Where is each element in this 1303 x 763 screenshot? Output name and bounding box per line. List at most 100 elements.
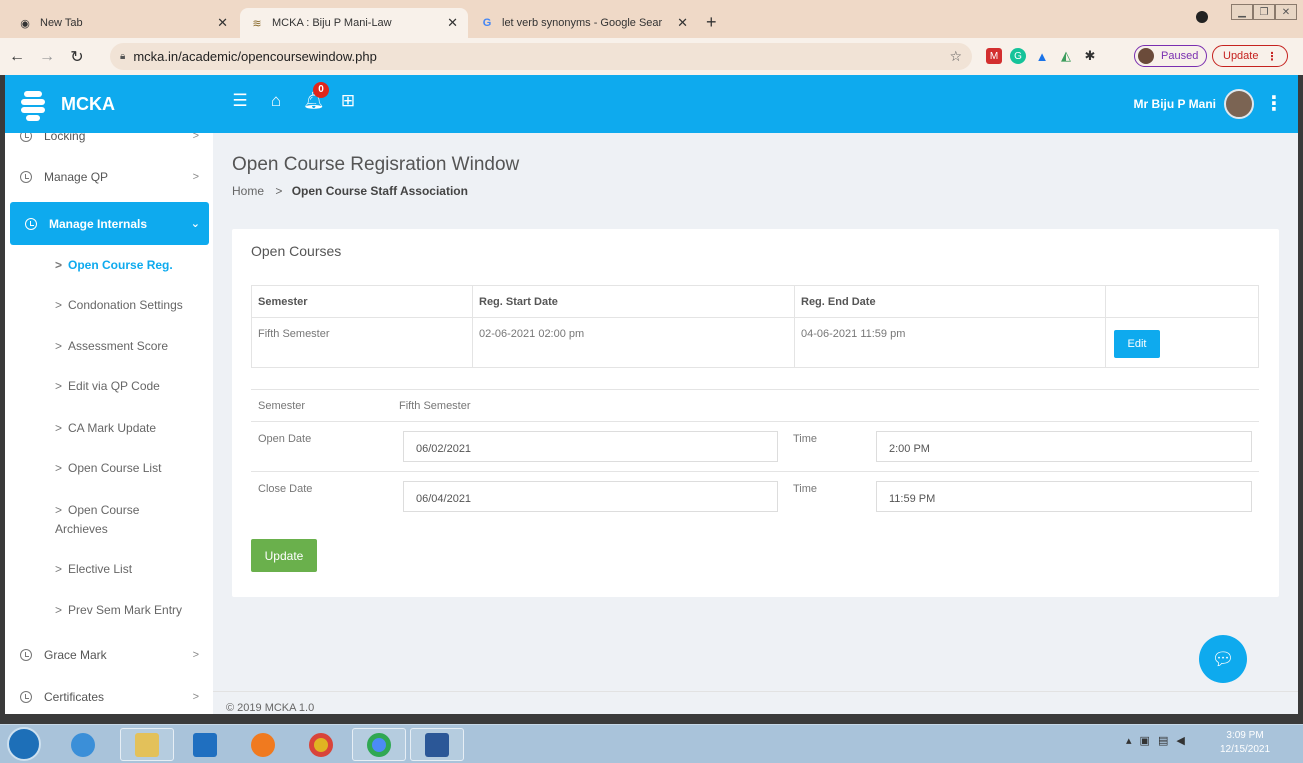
lock-icon: 🔒︎ <box>120 51 126 62</box>
breadcrumb-current: Open Course Staff Association <box>291 184 468 198</box>
chrome-icon: ◉ <box>20 17 30 30</box>
extension-drive-icon[interactable]: ◭ <box>1058 48 1074 64</box>
sidebar-sub-open-course-reg[interactable]: > Open Course Reg. <box>5 256 213 275</box>
file-explorer-icon[interactable] <box>120 728 174 761</box>
extensions-puzzle-icon[interactable]: ✱ <box>1082 48 1098 64</box>
word-icon[interactable] <box>410 728 464 761</box>
recording-icon[interactable] <box>1196 11 1208 23</box>
chrome-profile-taskbar-icon[interactable] <box>352 728 406 761</box>
chevron-right-icon: > <box>55 298 63 312</box>
close-time-field[interactable]: 11:59 PM <box>876 481 1252 512</box>
open-time-field[interactable]: 2:00 PM <box>876 431 1252 462</box>
address-bar[interactable]: 🔒︎ mcka.in/academic/opencoursewindow.php… <box>110 43 972 70</box>
sidebar-item-manage-qp[interactable]: Manage QP > <box>5 170 213 184</box>
clock-icon <box>20 649 32 661</box>
sidebar-item-locking[interactable]: Locking > <box>5 133 213 146</box>
tab-title: New Tab <box>40 17 83 29</box>
brand[interactable]: MCKA <box>19 87 115 121</box>
new-tab-button[interactable]: + <box>706 12 717 33</box>
clock-icon <box>20 133 32 142</box>
sidebar-item-label: Locking <box>44 133 86 143</box>
apps-grid-icon[interactable]: ⊞ <box>339 91 357 111</box>
tab-mcka[interactable]: ≋ MCKA : Biju P Mani-Law ✕ <box>240 8 468 38</box>
start-button-icon[interactable] <box>7 727 41 761</box>
clock-icon <box>20 171 32 183</box>
reload-icon[interactable]: ↻ <box>64 47 90 67</box>
profile-paused-button[interactable]: Paused <box>1134 45 1208 67</box>
chevron-right-icon: > <box>55 421 63 435</box>
firefox-icon[interactable] <box>236 728 290 761</box>
column-header: Semester <box>251 285 473 318</box>
footer-copyright: © 2019 MCKA 1.0 <box>213 691 1298 714</box>
close-time-label: Time <box>793 483 818 495</box>
breadcrumb: Home > Open Course Staff Association <box>232 184 468 198</box>
sidebar-sub-prev-sem-mark-entry[interactable]: > Prev Sem Mark Entry <box>5 601 213 620</box>
menu-list-icon[interactable]: ☰ <box>231 91 249 111</box>
sidebar-item-grace-mark[interactable]: Grace Mark > <box>5 645 213 665</box>
internet-explorer-icon[interactable] <box>56 728 110 761</box>
close-date-label: Close Date <box>258 483 313 495</box>
brand-name: MCKA <box>61 93 115 114</box>
chat-bubble-icon[interactable]: 💬︎ <box>1199 635 1247 683</box>
bookmark-star-icon[interactable]: ☆ <box>949 48 962 65</box>
close-icon[interactable]: ✕ <box>447 15 458 31</box>
forward-icon[interactable]: → <box>34 48 60 66</box>
network-icon[interactable]: ▣ <box>1140 734 1150 747</box>
sidebar-sub-label: Open Course Reg. <box>68 258 173 272</box>
grammarly-icon[interactable]: G <box>1010 48 1026 64</box>
sidebar-sub-assessment-score[interactable]: > Assessment Score <box>5 337 213 356</box>
open-date-field[interactable]: 06/02/2021 <box>403 431 778 462</box>
notification-bell-icon[interactable]: 🔔︎ 0 <box>303 82 329 111</box>
sidebar-item-certificates[interactable]: Certificates > <box>5 687 213 707</box>
home-icon[interactable]: ⌂ <box>267 91 285 111</box>
window-close-icon[interactable]: ✕ <box>1275 4 1297 20</box>
app-header: MCKA ☰ ⌂ 🔔︎ 0 ⊞ Mr Biju P Mani ⋮ <box>5 75 1298 133</box>
chrome-taskbar-icon[interactable] <box>294 728 348 761</box>
cell-end-date: 04-06-2021 11:59 pm <box>794 317 1106 368</box>
breadcrumb-home[interactable]: Home <box>232 184 264 198</box>
chevron-down-icon: ⌄ <box>190 218 200 230</box>
chevron-right-icon: > <box>55 379 63 393</box>
maximize-icon[interactable]: ❐ <box>1253 4 1275 20</box>
form-row-semester: Semester Fifth Semester <box>251 389 1259 421</box>
sidebar-item-manage-internals[interactable]: Manage Internals ⌄ <box>10 202 209 245</box>
tab-new-tab[interactable]: ◉ New Tab ✕ <box>8 8 238 38</box>
edit-button[interactable]: Edit <box>1114 329 1160 358</box>
sidebar: Locking > Manage QP > Manage Internals ⌄… <box>5 133 213 714</box>
system-clock[interactable]: 3:09 PM 12/15/2021 <box>1220 729 1270 757</box>
minimize-icon[interactable]: ▁ <box>1231 4 1253 20</box>
back-icon[interactable]: ← <box>4 48 30 66</box>
column-header: Reg. End Date <box>794 285 1106 318</box>
sidebar-sub-elective-list[interactable]: > Elective List <box>5 560 213 579</box>
user-menu[interactable]: Mr Biju P Mani <box>1134 89 1254 119</box>
update-button[interactable]: Update <box>251 539 317 572</box>
main-content: Open Course Regisration Window Home > Op… <box>213 133 1298 714</box>
form-row-open: Open Date 06/02/2021 Time 2:00 PM <box>251 421 1259 471</box>
extension-cap-icon[interactable]: ▲ <box>1034 48 1050 64</box>
sidebar-sub-edit-via-qp-code[interactable]: > Edit via QP Code <box>5 377 213 396</box>
volume-icon[interactable]: ◀ <box>1176 734 1184 747</box>
sidebar-sub-ca-mark-update[interactable]: > CA Mark Update <box>5 419 213 438</box>
browser-tabbar: ◉ New Tab ✕ ≋ MCKA : Biju P Mani-Law ✕ G… <box>0 0 1303 38</box>
sidebar-sub-label: Prev Sem Mark Entry <box>68 603 183 617</box>
outlook-icon[interactable] <box>178 728 232 761</box>
close-icon[interactable]: ✕ <box>217 15 228 31</box>
sidebar-sub-open-course-list[interactable]: > Open Course List <box>5 459 213 478</box>
sidebar-sub-condonation-settings[interactable]: > Condonation Settings <box>5 296 213 315</box>
chevron-right-icon: > <box>55 461 63 475</box>
close-date-field[interactable]: 06/04/2021 <box>403 481 778 512</box>
power-icon[interactable]: ▤ <box>1158 734 1168 747</box>
more-options-icon[interactable]: ⋮ <box>1264 91 1284 116</box>
os-taskbar: ▴ ▣ ▤ ◀ 3:09 PM 12/15/2021 <box>0 724 1303 763</box>
extension-red-icon[interactable]: M <box>986 48 1002 64</box>
close-icon[interactable]: ✕ <box>677 15 688 31</box>
sidebar-item-label: Manage Internals <box>49 216 148 231</box>
sidebar-sub-open-course-archieves[interactable]: > Open Course Archieves <box>5 501 213 539</box>
tray-expand-icon[interactable]: ▴ <box>1126 734 1132 747</box>
clock-icon <box>25 217 37 230</box>
tab-google-search[interactable]: G let verb synonyms - Google Sear ✕ <box>470 8 698 38</box>
browser-update-button[interactable]: Update ⋮ <box>1212 45 1289 67</box>
sidebar-sub-label: Elective List <box>68 562 133 576</box>
chevron-right-icon: > <box>192 691 199 703</box>
clock-time: 3:09 PM <box>1226 730 1264 741</box>
